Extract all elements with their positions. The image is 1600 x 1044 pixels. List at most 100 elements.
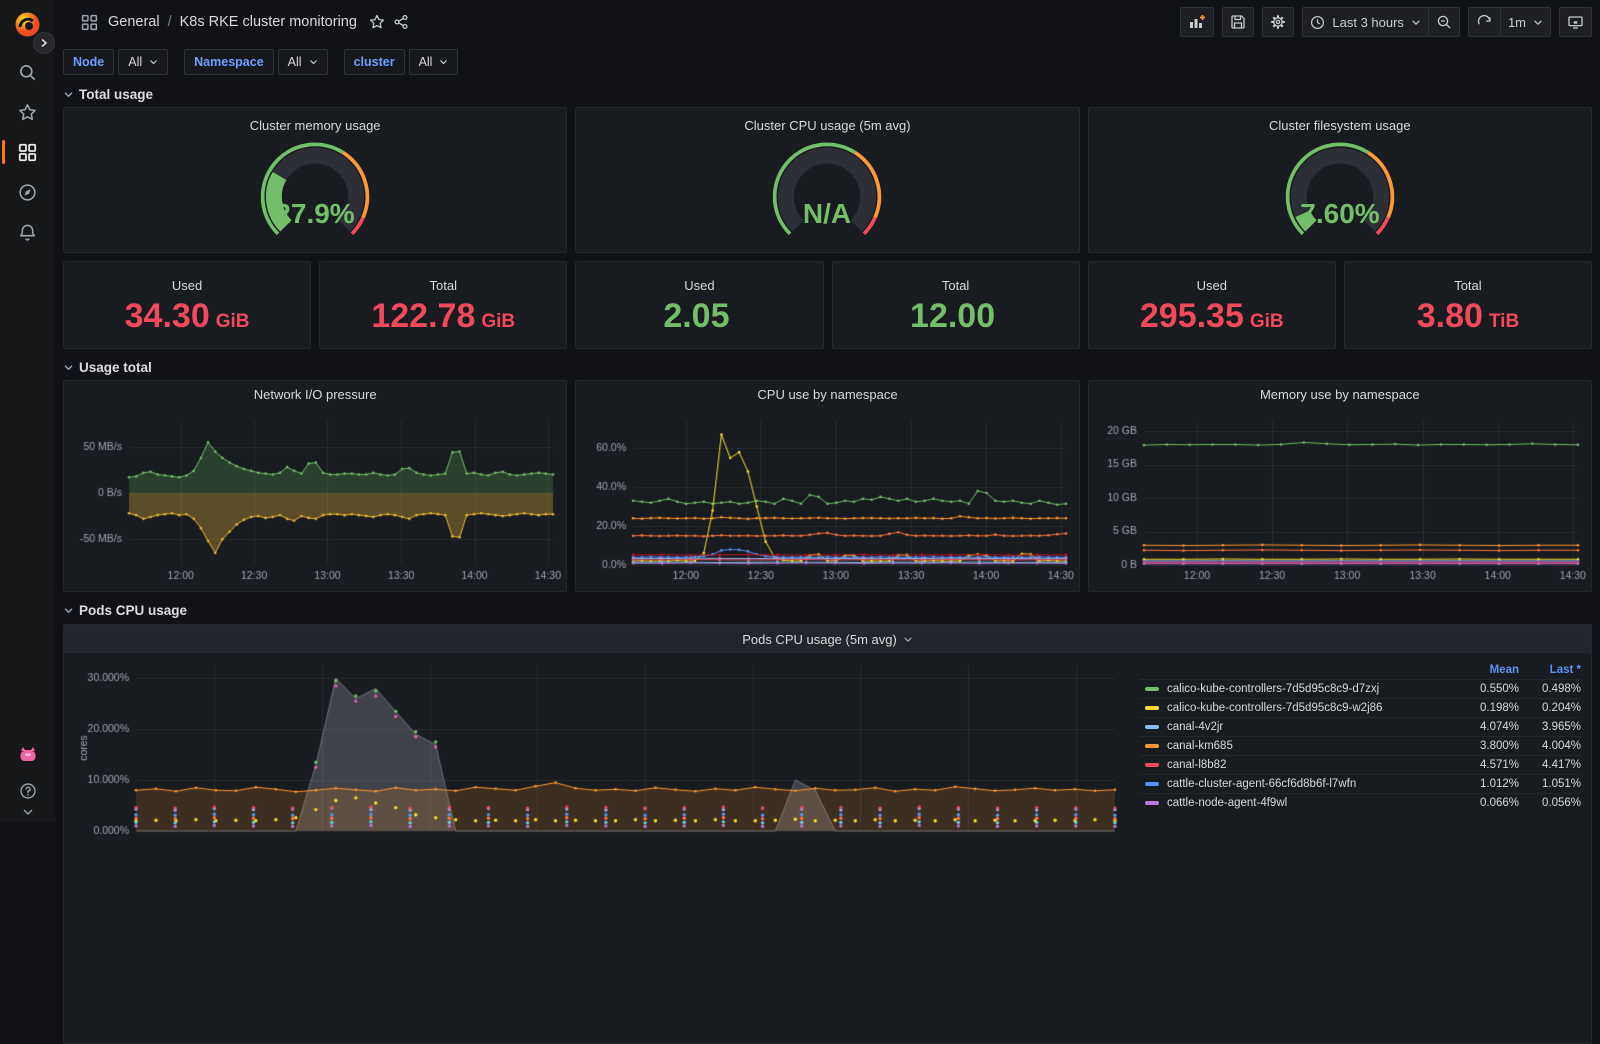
chevron-down-icon (440, 60, 448, 65)
series-name: calico-kube-controllers-7d5d95c8c9-w2j86 (1167, 702, 1383, 714)
network-io-chart[interactable] (69, 408, 562, 587)
zoom-out-button[interactable] (1427, 7, 1460, 37)
panel-title[interactable]: Cluster CPU usage (5m avg) (744, 113, 910, 137)
refresh-interval-picker[interactable]: 1m (1499, 7, 1551, 37)
sidebar-item-search[interactable] (0, 52, 55, 92)
panel-title[interactable]: Cluster filesystem usage (1269, 113, 1411, 137)
section-usage-total[interactable]: Usage total (63, 355, 1592, 380)
stat-value: 34.30 GiB (124, 296, 250, 335)
svg-text:27.9%: 27.9% (275, 198, 355, 229)
search-icon (20, 64, 36, 80)
legend-row[interactable]: canal-km685 3.800% 4.004% (1139, 736, 1581, 755)
series-mean-value: 1.012% (1479, 778, 1519, 790)
gauges-row: Cluster memory usage 27.9% Cluster CPU u… (63, 107, 1592, 253)
sidebar-item-help[interactable] (0, 774, 55, 808)
series-last-value: 1.051% (1541, 778, 1581, 790)
variable-namespace-value[interactable]: All (277, 49, 328, 75)
tv-mode-button[interactable] (1559, 7, 1592, 37)
legend-row[interactable]: cattle-cluster-agent-66cf6d8b6f-l7wfn 1.… (1139, 774, 1581, 793)
section-total-usage[interactable]: Total usage (63, 82, 1592, 107)
stat-panel[interactable]: Total 3.80 TiB (1343, 261, 1593, 349)
panel-pods-cpu-usage: Pods CPU usage (5m avg) Mean Last * cali… (63, 624, 1592, 1044)
panel-title[interactable]: CPU use by namespace (581, 383, 1073, 407)
legend-row[interactable]: cattle-node-agent-4f9wl 0.066% 0.056% (1139, 793, 1581, 812)
variable-cluster: cluster All (343, 49, 459, 75)
chevron-down-icon (1534, 19, 1542, 25)
stat-value: 3.80 TiB (1416, 296, 1520, 335)
series-mean-value: 4.571% (1479, 759, 1519, 771)
series-mean-value: 3.800% (1479, 740, 1519, 752)
stat-panel[interactable]: Used 295.35 GiB (1087, 261, 1336, 349)
pods-cpu-chart[interactable] (68, 657, 1123, 857)
sidebar-expand-button[interactable] (33, 32, 55, 54)
legend-last-header[interactable]: Last * (1519, 664, 1581, 676)
chevron-down-icon (904, 636, 912, 642)
section-pods-cpu[interactable]: Pods CPU usage (63, 598, 1592, 623)
variable-cluster-value[interactable]: All (408, 49, 459, 75)
add-panel-button[interactable] (1180, 7, 1215, 37)
panel-cpu-by-namespace: CPU use by namespace (575, 380, 1080, 592)
sidebar-item-alerting[interactable] (0, 212, 55, 252)
panel-network-io-pressure: Network I/O pressure (63, 380, 568, 592)
toolbar: Last 3 hours 1m (1180, 7, 1592, 37)
refresh-controls: 1m (1467, 7, 1551, 37)
panel-title[interactable]: Memory use by namespace (1094, 383, 1586, 407)
variable-namespace-label: Namespace (184, 49, 274, 75)
panel-title[interactable]: Cluster memory usage (250, 113, 381, 137)
variable-node-value[interactable]: All (118, 49, 169, 75)
pods-chart-area (64, 653, 1139, 862)
breadcrumb-folder[interactable]: General (108, 14, 160, 30)
chevron-down-icon (64, 365, 73, 371)
stat-panel[interactable]: Used 2.05 (575, 261, 824, 349)
panel-cluster-memory-usage: Cluster memory usage 27.9% (63, 107, 568, 253)
compass-icon (19, 183, 36, 201)
legend-row[interactable]: calico-kube-controllers-7d5d95c8c9-w2j86… (1139, 698, 1581, 717)
panel-title[interactable]: Pods CPU usage (5m avg) (64, 625, 1591, 653)
sidebar-item-starred[interactable] (0, 92, 55, 132)
star-icon[interactable] (369, 14, 385, 30)
legend-row[interactable]: canal-4v2jr 4.074% 3.965% (1139, 717, 1581, 736)
sidebar (0, 0, 55, 822)
panel-title[interactable]: Network I/O pressure (69, 383, 561, 407)
series-last-value: 0.498% (1541, 683, 1581, 695)
series-last-value: 0.056% (1541, 797, 1581, 809)
refresh-icon (1477, 14, 1491, 25)
page-title[interactable]: K8s RKE cluster monitoring (180, 14, 357, 30)
variable-node: Node All (63, 49, 169, 75)
panel-cluster-cpu-usage: Cluster CPU usage (5m avg) N/A (575, 107, 1080, 253)
clock-icon (1311, 15, 1325, 29)
time-controls: Last 3 hours (1302, 7, 1460, 37)
cpu-gauge: N/A (742, 137, 912, 252)
charts-row: Network I/O pressure CPU use by namespac… (63, 380, 1592, 592)
sidebar-item-explore[interactable] (0, 172, 55, 212)
stat-panel[interactable]: Total 122.78 GiB (319, 261, 568, 349)
stat-label: Used (171, 277, 203, 293)
stat-label: Used (684, 277, 715, 293)
cpu-namespace-chart[interactable] (581, 408, 1074, 587)
sidebar-item-dashboards[interactable] (0, 132, 55, 172)
memory-gauge: 27.9% (230, 137, 400, 252)
series-name: cattle-node-agent-4f9wl (1167, 797, 1288, 809)
series-last-value: 3.965% (1541, 721, 1581, 733)
legend-row[interactable]: canal-l8b82 4.571% 4.417% (1139, 755, 1581, 774)
refresh-button[interactable] (1467, 7, 1500, 37)
share-icon[interactable] (393, 14, 409, 30)
series-last-value: 4.004% (1541, 740, 1581, 752)
user-avatar[interactable] (0, 734, 55, 774)
panel-memory-by-namespace: Memory use by namespace (1087, 380, 1592, 592)
chevron-down-icon (64, 92, 73, 98)
dashboard-settings-button[interactable] (1262, 7, 1295, 37)
help-icon (19, 783, 36, 799)
save-dashboard-button[interactable] (1222, 7, 1255, 37)
memory-namespace-chart[interactable] (1093, 408, 1586, 587)
stat-panel[interactable]: Total 12.00 (831, 261, 1080, 349)
legend-mean-header[interactable]: Mean (1457, 664, 1519, 676)
time-range-picker[interactable]: Last 3 hours (1302, 7, 1428, 37)
chevron-down-icon (309, 60, 317, 65)
legend-row[interactable]: calico-kube-controllers-7d5d95c8c9-d7zxj… (1139, 679, 1581, 698)
avatar-icon (20, 747, 35, 761)
stat-panel[interactable]: Used 34.30 GiB (63, 261, 312, 349)
series-name: canal-km685 (1167, 740, 1233, 752)
bell-icon (19, 224, 36, 241)
stat-unit: GiB (481, 310, 516, 332)
